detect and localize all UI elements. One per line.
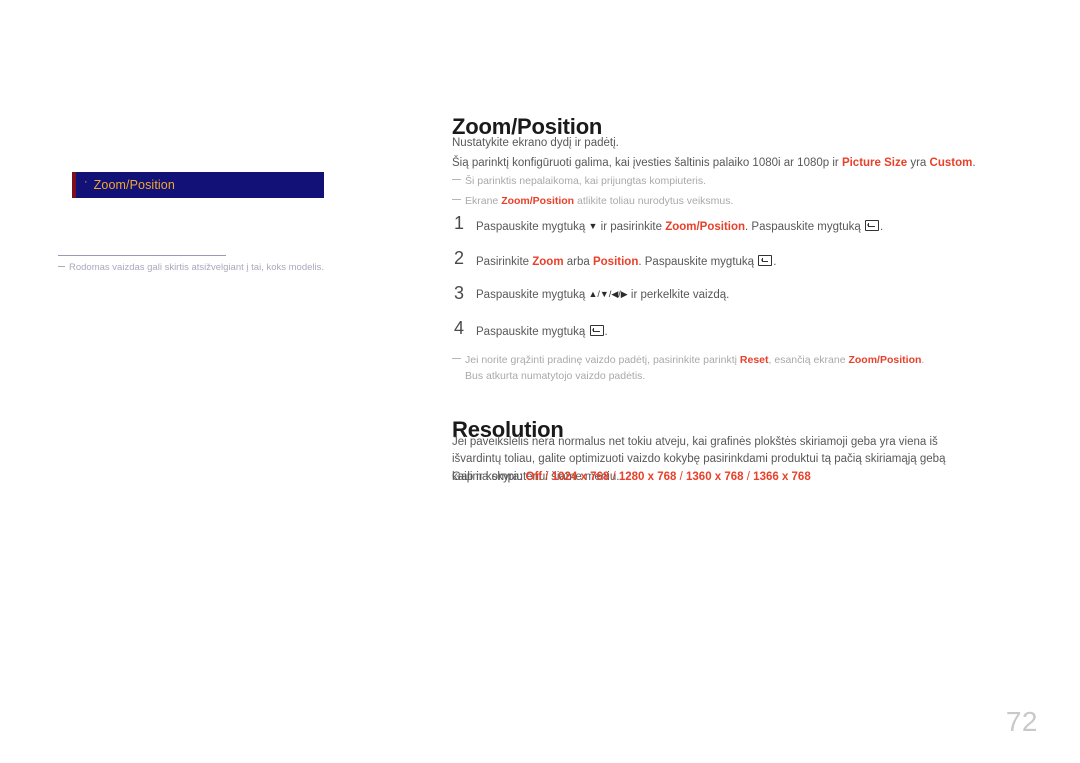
sidebar-item-zoom-position[interactable]: · Zoom/Position (72, 172, 324, 198)
highlighted-term: Zoom/Position (665, 221, 746, 233)
text-run: atlikite toliau nurodytus veiksmus. (574, 195, 734, 207)
resolution-option: 1280 x 768 (618, 471, 677, 483)
text-run: . (879, 221, 884, 233)
highlighted-term: Custom (929, 157, 973, 169)
enter-button-icon (589, 325, 604, 336)
resolution-available-list: Galima skyra: Off / 1024 x 768 / 1280 x … (452, 471, 811, 483)
text-run: ir perkelkite vaizdą. (627, 289, 730, 301)
enter-button-icon (758, 255, 773, 266)
menu-tree-panel: · Zoom/Position Rodomas vaizdas gali ski… (0, 0, 420, 763)
step-item: 2 Pasirinkite Zoom arba Position. Paspau… (452, 248, 972, 276)
text-run: ir pasirinkite (597, 221, 666, 233)
highlighted-term: Zoom/Position (501, 195, 575, 207)
text-run: Paspauskite mygtuką (476, 326, 589, 338)
step-text: Paspauskite mygtuką . (476, 324, 608, 338)
page-number: 72 (1005, 706, 1038, 737)
step-number: 1 (454, 213, 465, 233)
highlighted-term: Zoom/Position (848, 354, 922, 366)
text-run: Šią parinktį konfigūruoti galima, kai įv… (452, 157, 842, 169)
text-run: arba (563, 256, 593, 268)
step-item: 4 Paspauskite mygtuką . (452, 318, 972, 346)
text-run: Ši parinktis nepalaikoma, kai prijungtas… (465, 175, 707, 187)
sidebar-note-divider (58, 255, 226, 256)
sidebar-note-text: Rodomas vaizdas gali skirtis atsižvelgia… (69, 262, 325, 273)
text-run: . Paspauskite mygtuką (638, 256, 758, 268)
step-number: 2 (454, 248, 465, 268)
text-run: Paspauskite mygtuką (476, 289, 589, 301)
sidebar-item-label: Zoom/Position (93, 178, 175, 192)
note-dash-icon (452, 357, 461, 359)
description-line-2: Šią parinktį konfigūruoti galima, kai įv… (452, 155, 976, 172)
option-separator: / (542, 471, 552, 483)
text-run: Pasirinkite (476, 256, 533, 268)
option-separator: / (609, 471, 619, 483)
bullet-icon: · (84, 175, 88, 188)
description-line-1: Nustatykite ekrano dydį ir padėtį. (452, 135, 619, 152)
text-run: Paspauskite mygtuką (476, 221, 589, 233)
step-number: 3 (454, 283, 465, 303)
resolution-option: 1366 x 768 (753, 471, 811, 483)
arrow-button-icon: ▼ (588, 221, 598, 231)
text-run: Jei norite grąžinti pradinę vaizdo padėt… (465, 354, 740, 366)
resolution-option: 1360 x 768 (686, 471, 744, 483)
sidebar-note: Rodomas vaizdas gali skirtis atsižvelgia… (58, 261, 388, 274)
text-run: . (773, 256, 777, 268)
step-item: 3 Paspauskite mygtuką ▲/▼/◀/▶ ir perkelk… (452, 283, 972, 311)
highlighted-term: Reset (739, 354, 769, 366)
text-run: Nustatykite ekrano dydį ir padėtį. (452, 137, 619, 149)
highlighted-term: Position (592, 256, 639, 268)
step-number: 4 (454, 318, 465, 338)
highlighted-term: Picture Size (841, 157, 908, 169)
resolution-option: Off (525, 471, 543, 483)
text-run: . (972, 157, 976, 169)
text-run: yra (907, 157, 930, 169)
highlighted-term: Zoom (532, 256, 564, 268)
text-run: . Paspauskite mygtuką (745, 221, 864, 233)
available-label: Galima skyra: (452, 471, 526, 483)
step-text: Pasirinkite Zoom arba Position. Paspausk… (476, 254, 776, 268)
note-reset-block: Jei norite grąžinti pradinę vaizdo padėt… (452, 353, 972, 385)
enter-button-icon (864, 220, 879, 231)
note-follow-steps: Ekrane Zoom/Position atlikite toliau nur… (452, 194, 733, 209)
text-run: Ekrane (465, 195, 502, 207)
arrow-button-icon: ▲/▼/◀/▶ (588, 289, 628, 299)
option-separator: / (676, 471, 687, 483)
text-run: , esančią ekrane (768, 354, 849, 366)
text-run: . (921, 354, 925, 366)
note-reset-line-2: Bus atkurta numatytojo vaizdo padėtis. (465, 369, 646, 382)
note-dash-icon (452, 178, 461, 180)
option-separator: / (743, 471, 754, 483)
resolution-option: 1024 x 768 (551, 471, 610, 483)
note-reset-line-1: Jei norite grąžinti pradinę vaizdo padėt… (452, 354, 924, 366)
note-dash-icon (58, 265, 65, 267)
step-text: Paspauskite mygtuką ▼ ir pasirinkite Zoo… (476, 219, 883, 233)
note-dash-icon (452, 198, 461, 200)
step-item: 1 Paspauskite mygtuką ▼ ir pasirinkite Z… (452, 213, 972, 241)
note-no-pc-support: Ši parinktis nepalaikoma, kai prijungtas… (452, 174, 706, 189)
text-run: . (604, 326, 608, 338)
step-text: Paspauskite mygtuką ▲/▼/◀/▶ ir perkelkit… (476, 289, 729, 301)
